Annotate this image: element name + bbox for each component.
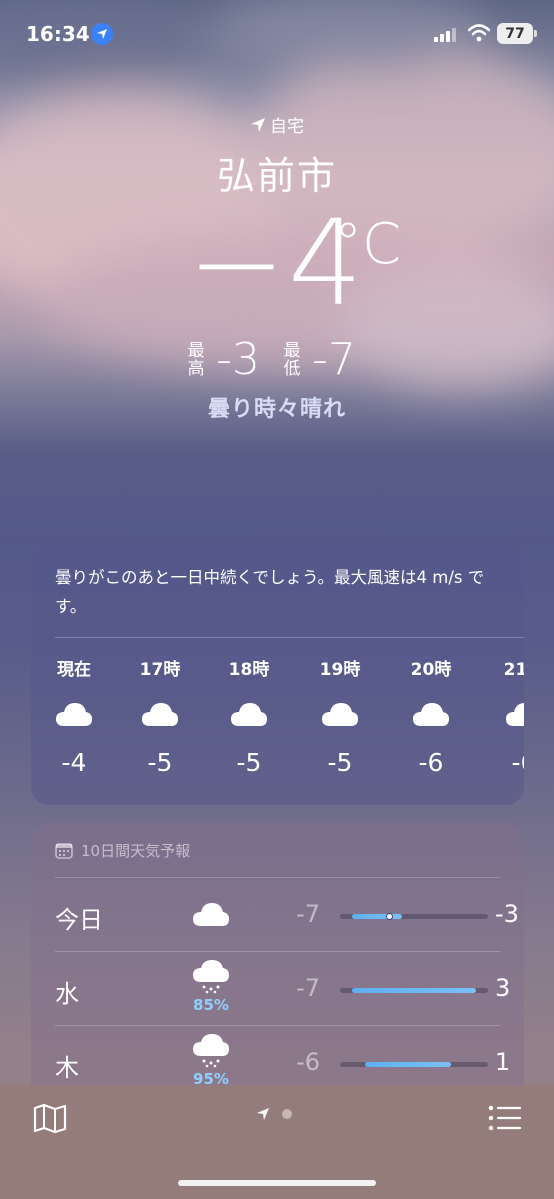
- list-icon[interactable]: [488, 1105, 522, 1135]
- cloud-icon: [305, 700, 375, 734]
- cloud-icon: [125, 700, 195, 734]
- day-high: -3: [495, 900, 519, 928]
- hourly-forecast-card[interactable]: 曇りがこのあと一日中続くでしょう。最大風速は4 m/s です。 現在 -4 17…: [31, 545, 524, 805]
- current-weather: 自宅 弘前市 −4 °C 最高 -3 最低 -7 曇り時々晴れ: [0, 112, 554, 423]
- location-arrow-icon: [251, 117, 265, 132]
- daily-forecast-card[interactable]: 10日間天気予報 今日 -7 -3 水 85% -7 3 木 95% -6 1: [31, 822, 524, 1122]
- page-dot: [282, 1109, 292, 1119]
- divider: [55, 637, 524, 638]
- daily-header: 10日間天気予報: [55, 840, 190, 861]
- low-label: 最低: [283, 340, 301, 379]
- cellular-signal-icon: [434, 28, 456, 42]
- bottom-toolbar: [0, 1085, 554, 1199]
- cloud-icon: [214, 700, 284, 734]
- hour-label: 21時: [503, 660, 524, 680]
- hour-label: 19時: [319, 660, 361, 680]
- hour-label: 20時: [410, 660, 452, 680]
- temp-range-bar: [340, 988, 488, 993]
- cloud-icon: [489, 700, 524, 734]
- hourly-scroll[interactable]: 現在 -4 17時 -5 18時 -5 19時 -5 20時 -6 21時 -6: [31, 655, 524, 785]
- hour-item: 19時 -5: [305, 655, 375, 777]
- hour-item: 20時 -6: [396, 655, 466, 777]
- hour-item: 21時 -6: [489, 655, 524, 777]
- low-value: -7: [312, 334, 356, 385]
- day-high: 3: [495, 974, 511, 1002]
- temp-range-fill: [364, 1062, 451, 1067]
- daily-row[interactable]: 水 85% -7 3: [55, 951, 510, 1025]
- home-location-label: 自宅: [0, 112, 554, 137]
- day-name: 木: [55, 1054, 79, 1082]
- current-temperature: −4 °C: [0, 202, 554, 330]
- hour-item: 17時 -5: [125, 655, 195, 777]
- day-low: -7: [296, 900, 320, 928]
- cloud-snow-icon: 95%: [191, 1034, 231, 1088]
- page-indicator[interactable]: [256, 1107, 292, 1121]
- forecast-summary: 曇りがこのあと一日中続くでしょう。最大風速は4 m/s です。: [55, 568, 485, 616]
- map-icon[interactable]: [33, 1103, 67, 1137]
- status-bar: 16:34 77: [0, 0, 554, 68]
- day-low: -6: [296, 1048, 320, 1076]
- home-indicator: [178, 1180, 376, 1186]
- hour-temp: -6: [418, 748, 444, 777]
- day-name: 今日: [55, 906, 103, 934]
- hour-temp: -5: [236, 748, 262, 777]
- hour-item: 18時 -5: [214, 655, 284, 777]
- day-name: 水: [55, 980, 79, 1008]
- hour-temp: -4: [61, 748, 87, 777]
- hour-label: 17時: [139, 660, 181, 680]
- hour-item: 現在 -4: [39, 655, 109, 777]
- hour-label: 現在: [57, 660, 91, 680]
- temp-range-bar: [340, 913, 488, 920]
- battery-indicator: 77: [497, 23, 537, 44]
- temperature-unit: °C: [334, 212, 402, 277]
- temp-range-bar: [340, 1062, 488, 1067]
- hour-label: 18時: [228, 660, 270, 680]
- current-temp-dot: [385, 913, 393, 920]
- wifi-icon: [467, 24, 491, 46]
- calendar-icon: [55, 843, 73, 859]
- day-high: 1: [495, 1048, 511, 1076]
- temp-range-fill: [352, 914, 402, 919]
- high-low: 最高 -3 最低 -7: [0, 334, 554, 385]
- location-services-icon: [91, 23, 113, 45]
- city-name: 弘前市: [216, 154, 337, 198]
- cloud-icon: [39, 700, 109, 734]
- status-time: 16:34: [26, 22, 90, 46]
- cloud-snow-icon: 85%: [191, 960, 231, 1014]
- home-label: 自宅: [270, 117, 304, 137]
- high-value: -3: [216, 334, 260, 385]
- hour-temp: -5: [147, 748, 173, 777]
- high-label: 最高: [187, 340, 205, 379]
- precip-chance: 85%: [193, 996, 229, 1014]
- day-low: -7: [296, 974, 320, 1002]
- condition-text: 曇り時々晴れ: [207, 397, 346, 422]
- hour-temp: -6: [511, 748, 524, 777]
- temp-range-fill: [352, 988, 476, 993]
- daily-row[interactable]: 今日 -7 -3: [55, 877, 519, 951]
- cloud-icon: [396, 700, 466, 734]
- location-arrow-icon: [257, 1108, 269, 1120]
- hour-temp: -5: [327, 748, 353, 777]
- daily-title: 10日間天気予報: [81, 842, 191, 860]
- cloud-icon: [191, 900, 231, 932]
